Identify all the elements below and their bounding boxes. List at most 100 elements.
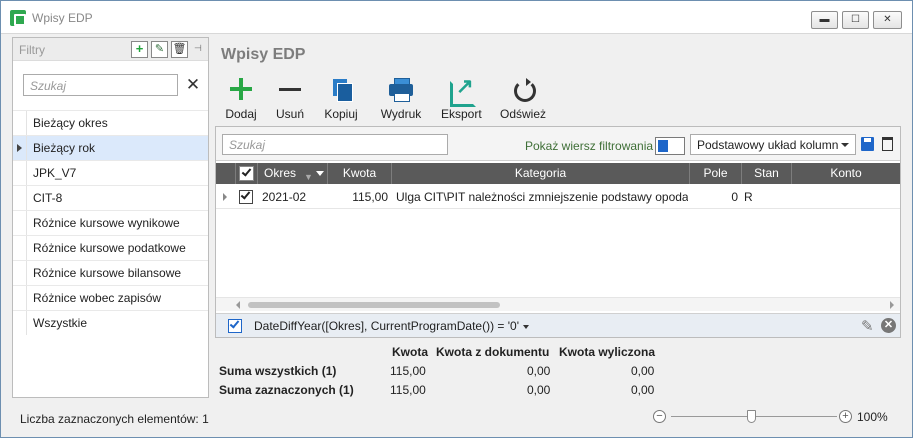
- printer-icon: [385, 75, 417, 105]
- row-expand-icon[interactable]: [223, 193, 227, 201]
- sort-down-icon: [316, 171, 324, 176]
- plus-icon: [225, 75, 257, 105]
- filters-header: Filtry + ✎ 🗑 ⊣: [13, 38, 208, 61]
- summary-kwota-wyl: 0,00: [631, 364, 655, 378]
- filter-item-label: Bieżący okres: [33, 116, 108, 130]
- delete-button-label: Usuń: [275, 107, 304, 121]
- show-filter-row-label: Pokaż wiersz filtrowania: [525, 139, 654, 153]
- filter-item-jpk-v7[interactable]: JPK_V7: [13, 160, 208, 185]
- filter-item-wszystkie[interactable]: Wszystkie: [13, 310, 208, 335]
- clear-search-button[interactable]: ✕: [184, 75, 202, 95]
- add-filter-button[interactable]: +: [131, 41, 148, 58]
- filter-item-biezacy-rok[interactable]: Bieżący rok: [13, 135, 208, 160]
- filter-item-label: CIT-8: [33, 191, 63, 205]
- chevron-down-icon: [841, 143, 849, 147]
- print-button[interactable]: Wydruk: [380, 75, 422, 121]
- app-icon: [10, 10, 26, 26]
- selected-row-indicator-icon: [17, 144, 22, 152]
- column-layout-select[interactable]: Podstawowy układ kolumn: [690, 134, 856, 155]
- zoom-in-button[interactable]: +: [839, 410, 852, 423]
- summary-header-kwota-dok: Kwota z dokumentu: [436, 345, 550, 359]
- selected-count-status: Liczba zaznaczonych elementów: 1: [20, 412, 209, 426]
- column-header-konto[interactable]: Konto: [792, 163, 900, 184]
- copy-button[interactable]: Kopiuj: [324, 75, 358, 121]
- filter-expression[interactable]: DateDiffYear([Okres], CurrentProgramDate…: [254, 319, 530, 333]
- close-button[interactable]: ✕: [873, 11, 902, 29]
- cell-konto: [796, 185, 896, 209]
- maximize-button[interactable]: ☐: [842, 11, 869, 29]
- chevron-down-icon: [523, 324, 530, 329]
- show-filter-row-toggle[interactable]: [655, 137, 685, 155]
- zoom-slider-thumb[interactable]: [747, 410, 756, 423]
- filter-item-roznice-wynikowe[interactable]: Różnice kursowe wynikowe: [13, 210, 208, 235]
- filter-item-roznice-bilansowe[interactable]: Różnice kursowe bilansowe: [13, 260, 208, 285]
- copy-icon: [325, 75, 357, 105]
- edit-filter-button[interactable]: ✎: [151, 41, 168, 58]
- horizontal-scrollbar[interactable]: [216, 297, 900, 311]
- filter-item-label: Różnice kursowe wynikowe: [33, 216, 180, 230]
- grid-toolbar: Szukaj Pokaż wiersz filtrowania Podstawo…: [216, 127, 900, 161]
- scroll-right-icon[interactable]: [890, 301, 894, 309]
- delete-button[interactable]: Usuń: [274, 75, 306, 121]
- filter-item-label: Bieżący rok: [33, 141, 96, 155]
- export-button[interactable]: Eksport: [441, 74, 482, 121]
- column-header-kwota[interactable]: Kwota: [328, 163, 392, 184]
- table-row[interactable]: 2021-02 115,00 Ulga CIT\PIT należności z…: [216, 185, 900, 209]
- summary-table: Kwota Kwota z dokumentu Kwota wyliczona …: [219, 342, 679, 399]
- copy-button-label: Kopiuj: [324, 107, 358, 121]
- refresh-button[interactable]: Odśwież: [500, 75, 546, 121]
- header-select-all[interactable]: [236, 163, 258, 184]
- grid-header: Okres ▼ Kwota Kategoria Pole Stan Konto: [216, 163, 900, 184]
- column-header-okres[interactable]: Okres ▼: [258, 163, 328, 184]
- filter-search-input[interactable]: Szukaj: [23, 74, 178, 96]
- zoom-out-button[interactable]: −: [653, 410, 666, 423]
- summary-row-all: Suma wszystkich (1) 115,00 0,00 0,00: [219, 361, 679, 380]
- filter-item-roznice-podatkowe[interactable]: Różnice kursowe podatkowe: [13, 235, 208, 260]
- summary-label: Suma zaznaczonych (1): [219, 383, 354, 397]
- column-header-stan[interactable]: Stan: [742, 163, 792, 184]
- refresh-button-label: Odśwież: [500, 107, 547, 121]
- filter-list: Bieżący okres Bieżący rok JPK_V7 CIT-8 R…: [13, 110, 208, 335]
- delete-layout-icon[interactable]: [882, 137, 893, 151]
- edit-filter-icon[interactable]: ✎: [861, 317, 874, 335]
- cell-stan: R: [744, 190, 753, 204]
- column-header-kategoria[interactable]: Kategoria: [392, 163, 690, 184]
- filter-enabled-checkbox[interactable]: [228, 318, 242, 333]
- cell-okres: 2021-02: [262, 190, 307, 204]
- cell-kwota: 115,00: [352, 190, 388, 204]
- select-all-checkbox[interactable]: [239, 166, 254, 181]
- minimize-button[interactable]: ▬: [811, 11, 838, 29]
- add-button-label: Dodaj: [225, 107, 257, 121]
- filter-item-cit-8[interactable]: CIT-8: [13, 185, 208, 210]
- clear-filter-icon[interactable]: ✕: [881, 318, 896, 333]
- minus-icon: [274, 75, 306, 105]
- row-checkbox[interactable]: [239, 189, 253, 204]
- title-bar: Wpisy EDP ▬ ☐ ✕: [1, 1, 912, 34]
- filter-item-label: Różnice kursowe podatkowe: [33, 241, 186, 255]
- scrollbar-thumb[interactable]: [248, 302, 500, 308]
- filter-item-roznice-wobec-zapisow[interactable]: Różnice wobec zapisów: [13, 285, 208, 310]
- filter-item-biezacy-okres[interactable]: Bieżący okres: [13, 110, 208, 135]
- grid-search-input[interactable]: Szukaj: [222, 134, 448, 155]
- summary-kwota: 115,00: [390, 383, 426, 397]
- summary-header: Kwota Kwota z dokumentu Kwota wyliczona: [219, 342, 679, 361]
- column-header-pole[interactable]: Pole: [690, 163, 742, 184]
- column-layout-value: Podstawowy układ kolumn: [697, 138, 839, 152]
- delete-filter-button[interactable]: 🗑: [171, 41, 188, 58]
- header-gutter: [216, 163, 236, 184]
- filter-item-label: Wszystkie: [33, 316, 87, 330]
- page-title: Wpisy EDP: [221, 46, 306, 63]
- window-title: Wpisy EDP: [32, 11, 93, 25]
- zoom-control: − + 100%: [653, 409, 893, 425]
- scroll-left-icon[interactable]: [236, 301, 240, 309]
- summary-label: Suma wszystkich (1): [219, 364, 337, 378]
- filters-panel: Filtry + ✎ 🗑 ⊣ Szukaj ✕ Bieżący okres Bi…: [12, 37, 209, 398]
- export-icon: [445, 74, 477, 107]
- summary-header-kwota: Kwota: [392, 345, 428, 359]
- add-button[interactable]: Dodaj: [225, 75, 257, 121]
- summary-kwota: 115,00: [390, 364, 426, 378]
- filter-item-label: Różnice kursowe bilansowe: [33, 266, 182, 280]
- save-layout-icon[interactable]: [861, 137, 874, 151]
- pin-icon[interactable]: ⊣: [194, 43, 202, 54]
- entries-grid: Szukaj Pokaż wiersz filtrowania Podstawo…: [215, 126, 901, 338]
